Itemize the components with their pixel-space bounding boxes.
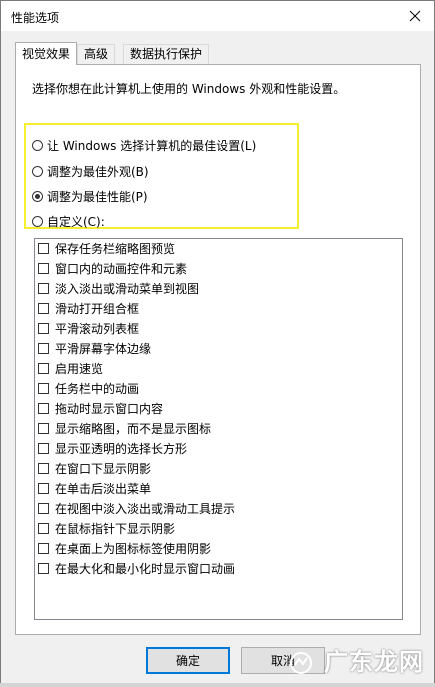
list-item-label: 滑动打开组合框 bbox=[55, 302, 140, 316]
list-item[interactable]: 滑动打开组合框 bbox=[38, 299, 139, 318]
radio-button[interactable] bbox=[32, 165, 43, 177]
effects-list[interactable]: 保存任务栏缩略图预览 窗口内的动画控件和元素 淡入淡出或滑动菜单到视图 滑动打开… bbox=[34, 238, 403, 620]
list-item-label: 保存任务栏缩略图预览 bbox=[55, 242, 176, 256]
checkbox[interactable] bbox=[38, 323, 49, 334]
list-item-label: 显示亚透明的选择长方形 bbox=[55, 442, 188, 456]
checkbox[interactable] bbox=[38, 563, 49, 574]
checkbox[interactable] bbox=[38, 403, 49, 414]
list-item-label: 在单击后淡出菜单 bbox=[55, 482, 152, 496]
list-item[interactable]: 平滑屏幕字体边缘 bbox=[38, 339, 151, 358]
list-item-label: 在视图中淡入淡出或滑动工具提示 bbox=[55, 502, 236, 516]
checkbox[interactable] bbox=[38, 443, 49, 454]
list-item[interactable]: 启用速览 bbox=[38, 359, 103, 378]
list-item[interactable]: 淡入淡出或滑动菜单到视图 bbox=[38, 279, 199, 298]
list-item-label: 平滑滚动列表框 bbox=[55, 322, 140, 336]
list-item[interactable]: 显示亚透明的选择长方形 bbox=[38, 439, 187, 458]
list-item[interactable]: 平滑滚动列表框 bbox=[38, 319, 139, 338]
checkbox[interactable] bbox=[38, 503, 49, 514]
checkbox[interactable] bbox=[38, 543, 49, 554]
radio-button[interactable] bbox=[32, 215, 43, 227]
checkbox[interactable] bbox=[38, 283, 49, 294]
checkbox[interactable] bbox=[38, 343, 49, 354]
checkbox[interactable] bbox=[38, 303, 49, 314]
tab-advanced[interactable]: 高级 bbox=[77, 44, 116, 64]
watermark-logo-icon bbox=[289, 652, 312, 674]
list-item-label: 淡入淡出或滑动菜单到视图 bbox=[55, 282, 200, 296]
radio-button-selected[interactable] bbox=[32, 190, 43, 202]
list-item-label: 在最大化和最小化时显示窗口动画 bbox=[55, 562, 236, 576]
list-item-label: 在鼠标指针下显示阴影 bbox=[55, 522, 176, 536]
radio-best-appearance[interactable]: 调整为最佳外观(B) bbox=[32, 161, 149, 181]
tab-data-execution-prevention[interactable]: 数据执行保护 bbox=[123, 44, 210, 64]
list-item-label: 任务栏中的动画 bbox=[55, 382, 140, 396]
list-item[interactable]: 拖动时显示窗口内容 bbox=[38, 399, 163, 418]
performance-options-window: 性能选项 视觉效果 高级 数据执行保护 选择你想在此计算机上使用的 Window… bbox=[0, 0, 435, 687]
checkbox[interactable] bbox=[38, 463, 49, 474]
list-item-label: 在桌面上为图标标签使用阴影 bbox=[55, 542, 212, 556]
list-item[interactable]: 窗口内的动画控件和元素 bbox=[38, 259, 187, 278]
list-item[interactable]: 在最大化和最小化时显示窗口动画 bbox=[38, 559, 235, 578]
list-item-label: 在窗口下显示阴影 bbox=[55, 462, 152, 476]
visual-effects-panel: 选择你想在此计算机上使用的 Windows 外观和性能设置。 让 Windows… bbox=[15, 64, 421, 635]
checkbox[interactable] bbox=[38, 423, 49, 434]
close-icon bbox=[409, 10, 421, 22]
tab-visual-effects[interactable]: 视觉效果 bbox=[15, 42, 78, 65]
checkbox[interactable] bbox=[38, 383, 49, 394]
title-bar: 性能选项 bbox=[1, 1, 434, 31]
watermark: 广东龙网 bbox=[289, 642, 424, 677]
list-item[interactable]: 在鼠标指针下显示阴影 bbox=[38, 519, 175, 538]
radio-label: 让 Windows 选择计算机的最佳设置(L) bbox=[47, 138, 257, 153]
list-item-label: 显示缩略图，而不是显示图标 bbox=[55, 422, 212, 436]
ok-button[interactable]: 确定 bbox=[146, 647, 230, 674]
list-item[interactable]: 保存任务栏缩略图预览 bbox=[38, 239, 175, 258]
panel-description: 选择你想在此计算机上使用的 Windows 外观和性能设置。 bbox=[32, 82, 346, 96]
window-title: 性能选项 bbox=[11, 11, 60, 25]
list-item-label: 平滑屏幕字体边缘 bbox=[55, 342, 152, 356]
list-item-label: 窗口内的动画控件和元素 bbox=[55, 262, 188, 276]
taskbar-edge bbox=[0, 683, 435, 687]
list-item[interactable]: 在视图中淡入淡出或滑动工具提示 bbox=[38, 499, 235, 518]
radio-button[interactable] bbox=[32, 139, 43, 151]
list-item[interactable]: 在单击后淡出菜单 bbox=[38, 479, 151, 498]
watermark-text: 广东龙网 bbox=[324, 648, 424, 676]
list-item[interactable]: 在桌面上为图标标签使用阴影 bbox=[38, 539, 211, 558]
radio-custom[interactable]: 自定义(C): bbox=[32, 211, 105, 231]
checkbox[interactable] bbox=[38, 523, 49, 534]
checkbox[interactable] bbox=[38, 483, 49, 494]
list-item[interactable]: 在窗口下显示阴影 bbox=[38, 459, 151, 478]
list-item[interactable]: 显示缩略图，而不是显示图标 bbox=[38, 419, 211, 438]
close-button[interactable] bbox=[404, 5, 426, 27]
radio-label: 调整为最佳外观(B) bbox=[47, 164, 149, 179]
checkbox[interactable] bbox=[38, 243, 49, 254]
checkbox[interactable] bbox=[38, 263, 49, 274]
checkbox[interactable] bbox=[38, 363, 49, 374]
radio-let-windows-choose[interactable]: 让 Windows 选择计算机的最佳设置(L) bbox=[32, 135, 256, 155]
list-item[interactable]: 任务栏中的动画 bbox=[38, 379, 139, 398]
list-item-label: 拖动时显示窗口内容 bbox=[55, 402, 164, 416]
list-item-label: 启用速览 bbox=[55, 362, 104, 376]
radio-best-performance[interactable]: 调整为最佳性能(P) bbox=[32, 186, 148, 206]
radio-label: 自定义(C): bbox=[47, 214, 105, 229]
radio-label: 调整为最佳性能(P) bbox=[47, 189, 148, 204]
